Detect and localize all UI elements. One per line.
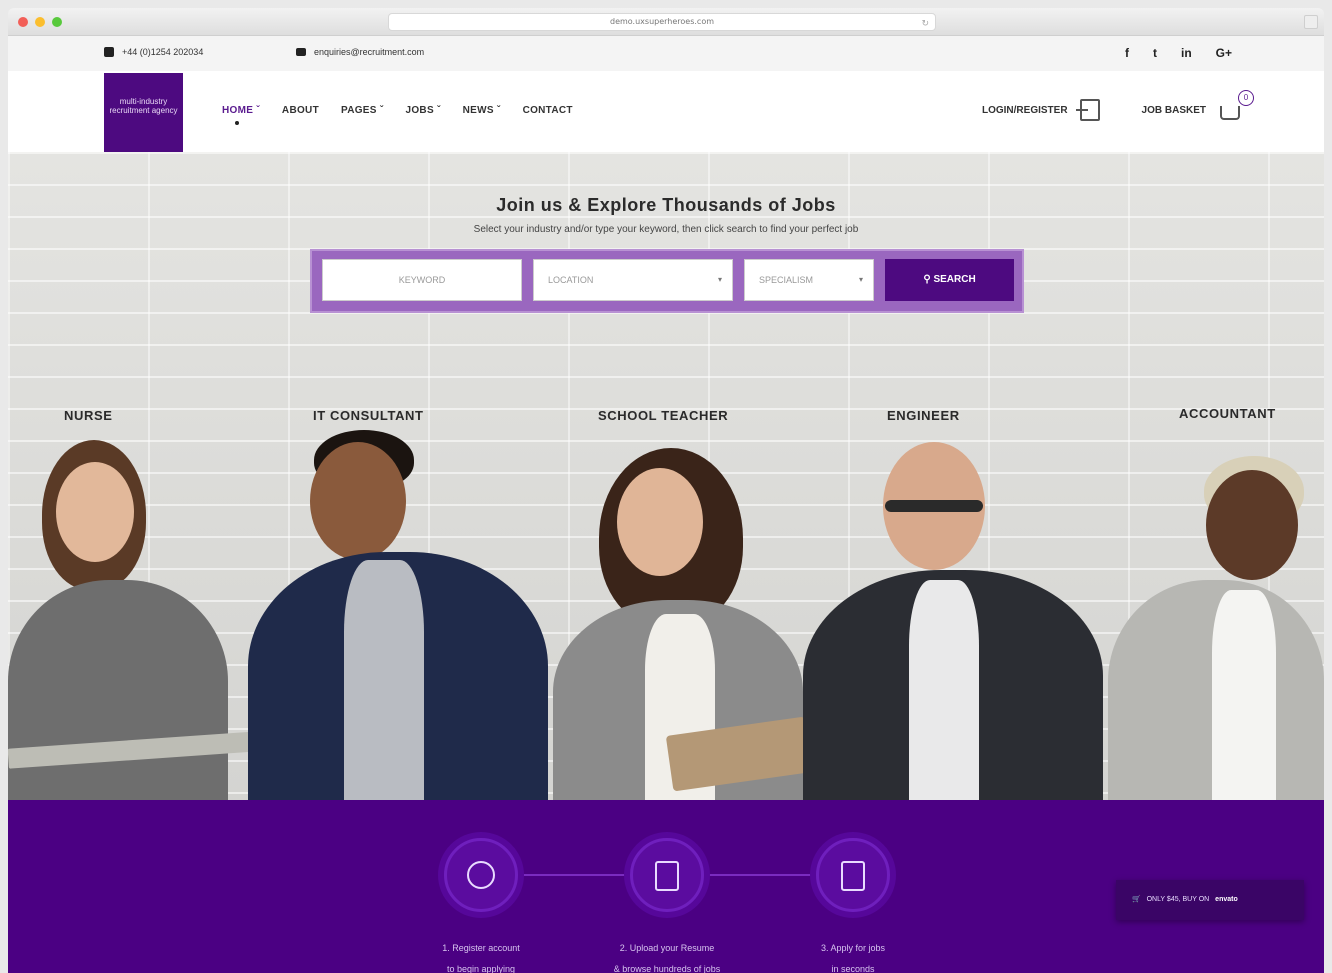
job-search-form: KEYWORD LOCATION ▾ SPECIALISM ▾ ⚲ SEARCH: [310, 249, 1024, 313]
search-icon: ⚲: [923, 274, 931, 285]
person-engineer-image[interactable]: [803, 442, 1103, 800]
reload-icon[interactable]: ↻: [921, 16, 929, 32]
nav-item-home[interactable]: HOME ˇ: [222, 105, 260, 125]
search-button[interactable]: ⚲ SEARCH: [885, 259, 1014, 301]
location-select[interactable]: LOCATION ▾: [533, 259, 733, 301]
role-label-accountant[interactable]: ACCOUNTANT: [1179, 406, 1276, 421]
hero-subtitle: Select your industry and/or type your ke…: [473, 224, 859, 235]
step-upload-resume[interactable]: [630, 838, 704, 912]
phone-contact[interactable]: +44 (0)1254 202034: [104, 47, 203, 57]
person-nurse-image[interactable]: [8, 440, 259, 800]
nav-item-contact[interactable]: CONTACT: [523, 105, 573, 116]
twitter-icon[interactable]: t: [1153, 46, 1157, 60]
window-controls: [18, 17, 62, 27]
logo-text: multi-industry recruitment agency: [109, 97, 178, 115]
certificate-icon: [841, 861, 865, 891]
facebook-icon[interactable]: f: [1125, 46, 1129, 60]
browser-chrome: demo.uxsuperheroes.com ↻: [8, 8, 1324, 36]
phone-icon: [104, 47, 114, 57]
website: +44 (0)1254 202034 enquiries@recruitment…: [8, 36, 1324, 973]
address-bar[interactable]: demo.uxsuperheroes.com ↻: [388, 13, 936, 31]
role-label-school-teacher[interactable]: SCHOOL TEACHER: [598, 408, 728, 423]
role-label-nurse[interactable]: NURSE: [64, 408, 113, 423]
linkedin-icon[interactable]: in: [1181, 46, 1192, 60]
site-header: multi-industry recruitment agency HOME ˇ…: [8, 71, 1324, 152]
top-bar: +44 (0)1254 202034 enquiries@recruitment…: [8, 36, 1324, 71]
browser-menu-button[interactable]: [1304, 15, 1318, 29]
resume-clipboard-icon: [655, 861, 679, 891]
minimize-window-button[interactable]: [35, 17, 45, 27]
logo[interactable]: multi-industry recruitment agency: [104, 73, 183, 152]
nav-item-news[interactable]: NEWS ˇ: [463, 105, 501, 116]
phone-number: +44 (0)1254 202034: [122, 47, 204, 57]
person-it-consultant-image[interactable]: [248, 430, 548, 800]
role-label-it-consultant[interactable]: IT CONSULTANT: [313, 408, 424, 423]
login-register-link[interactable]: LOGIN/REGISTER: [982, 105, 1068, 116]
step-apply[interactable]: [816, 838, 890, 912]
basket-icon[interactable]: 0: [1220, 90, 1254, 120]
role-label-engineer[interactable]: ENGINEER: [887, 408, 960, 423]
basket-count-badge: 0: [1238, 90, 1254, 106]
cart-icon: 🛒: [1132, 896, 1141, 903]
main-nav: HOME ˇ ABOUT PAGES ˇ JOBS ˇ NEWS ˇ CONTA…: [222, 105, 573, 125]
step-2-text: 2. Upload your Resume & browse hundreds o…: [613, 943, 721, 973]
address-bar-url: demo.uxsuperheroes.com: [610, 17, 714, 26]
envato-brand: envato: [1215, 896, 1238, 903]
login-icon[interactable]: [1075, 99, 1100, 121]
maximize-window-button[interactable]: [52, 17, 62, 27]
hero-title: Join us & Explore Thousands of Jobs: [496, 195, 836, 215]
nav-item-jobs[interactable]: JOBS ˇ: [405, 105, 440, 116]
envato-buy-text: ONLY $45, BUY ON: [1146, 896, 1210, 903]
person-accountant-image[interactable]: [1108, 456, 1324, 800]
nav-item-pages[interactable]: PAGES ˇ: [341, 105, 384, 116]
hero-section: Join us & Explore Thousands of Jobs Sele…: [8, 152, 1324, 800]
job-basket-link[interactable]: JOB BASKET: [1142, 105, 1206, 116]
search-button-label: SEARCH: [933, 274, 976, 285]
google-plus-icon[interactable]: G+: [1216, 46, 1232, 60]
social-links: f t in G+: [1125, 46, 1232, 60]
person-school-teacher-image[interactable]: [553, 448, 813, 800]
specialism-select[interactable]: SPECIALISM ▾: [744, 259, 874, 301]
envato-buy-banner[interactable]: 🛒 ONLY $45, BUY ON envato: [1116, 880, 1304, 920]
header-actions: LOGIN/REGISTER JOB BASKET 0: [982, 90, 1254, 121]
email-contact[interactable]: enquiries@recruitment.com: [296, 47, 424, 57]
step-1-text: 1. Register account to begin applying: [442, 943, 520, 973]
location-select-placeholder: LOCATION: [548, 275, 594, 285]
how-it-works-section: 1. Register account to begin applying 2. …: [8, 800, 1324, 973]
mail-icon: [296, 48, 306, 56]
nav-item-about[interactable]: ABOUT: [282, 105, 319, 116]
atom-icon: [467, 861, 495, 889]
specialism-select-placeholder: SPECIALISM: [759, 275, 814, 285]
step-register[interactable]: [444, 838, 518, 912]
chevron-down-icon: ▾: [858, 275, 863, 284]
keyword-input[interactable]: KEYWORD: [322, 259, 522, 301]
step-3-text: 3. Apply for jobs in seconds: [820, 943, 886, 973]
email-address: enquiries@recruitment.com: [314, 47, 425, 57]
chevron-down-icon: ▾: [717, 275, 722, 284]
close-window-button[interactable]: [18, 17, 28, 27]
